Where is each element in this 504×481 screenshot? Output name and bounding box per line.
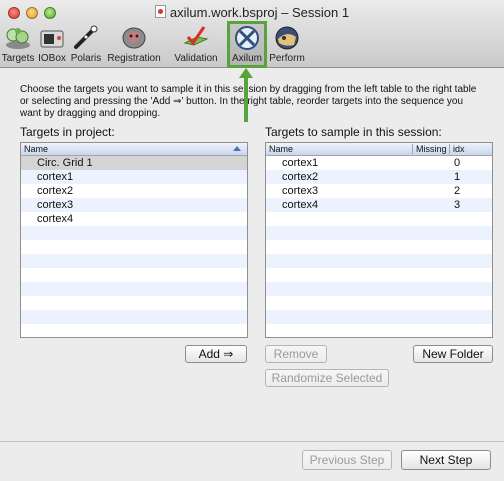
empty-row — [266, 296, 492, 310]
polaris-icon — [74, 25, 98, 49]
empty-row — [21, 310, 247, 324]
row-name: cortex3 — [282, 185, 319, 197]
row-idx: 3 — [454, 199, 461, 211]
toolbar-item-validation[interactable]: Validation — [166, 22, 226, 68]
table-row[interactable]: cortex3 — [21, 198, 247, 212]
toolbar-item-axilum[interactable]: Axilum — [229, 22, 265, 68]
toolbar-item-registration[interactable]: Registration — [105, 22, 163, 68]
row-name: cortex2 — [282, 171, 319, 183]
table-row[interactable]: cortex1 0 — [266, 156, 492, 170]
empty-row — [266, 240, 492, 254]
axilum-icon — [235, 26, 259, 50]
row-name: cortex4 — [37, 213, 74, 225]
table-header: Name Missing idx — [266, 143, 492, 156]
empty-row — [21, 240, 247, 254]
row-name: cortex3 — [37, 199, 74, 211]
right-panel-label: Targets to sample in this session: — [265, 125, 442, 139]
empty-row — [266, 282, 492, 296]
iobox-icon — [40, 30, 64, 48]
arrow-shaft — [244, 76, 248, 122]
row-idx: 1 — [454, 171, 461, 183]
empty-row — [21, 324, 247, 337]
app-window: axilum.work.bsproj – Session 1 Targets I… — [0, 0, 504, 481]
empty-row — [21, 296, 247, 310]
empty-row — [21, 268, 247, 282]
table-body: Circ. Grid 1 cortex1 cortex2 cortex3 cor… — [21, 156, 247, 337]
instructions-text: Choose the targets you want to sample it… — [20, 84, 477, 119]
perform-icon — [275, 26, 299, 50]
column-header-name[interactable]: Name — [24, 144, 48, 154]
table-row[interactable]: Circ. Grid 1 — [21, 156, 247, 170]
registration-icon — [122, 27, 146, 49]
table-row[interactable]: cortex2 1 — [266, 170, 492, 184]
targets-icon — [6, 28, 30, 49]
empty-row — [266, 254, 492, 268]
footer-separator — [0, 441, 504, 442]
table-header: Name — [21, 143, 247, 156]
table-row[interactable]: cortex4 3 — [266, 198, 492, 212]
sort-ascending-icon — [233, 146, 241, 151]
table-row[interactable]: cortex4 — [21, 212, 247, 226]
toolbar-label-perform: Perform — [269, 53, 305, 64]
empty-row — [266, 310, 492, 324]
column-header-name[interactable]: Name — [269, 144, 293, 154]
left-panel-label: Targets in project: — [20, 125, 115, 139]
table-row[interactable]: cortex1 — [21, 170, 247, 184]
toolbar-item-perform[interactable]: Perform — [267, 22, 307, 68]
toolbar-item-polaris[interactable]: Polaris — [69, 22, 103, 68]
pointer-arrow-icon — [239, 68, 253, 122]
add-button[interactable]: Add ⇒ — [185, 345, 247, 363]
row-idx: 0 — [454, 157, 461, 169]
row-idx: 2 — [454, 185, 461, 197]
document-icon — [154, 5, 166, 18]
table-body: cortex1 0 cortex2 1 cortex3 2 cortex4 3 — [266, 156, 492, 337]
empty-row — [266, 212, 492, 226]
randomize-selected-button[interactable]: Randomize Selected — [265, 369, 389, 387]
session-targets-table[interactable]: Name Missing idx cortex1 0 cortex2 1 cor… — [265, 142, 493, 338]
toolbar: Targets IOBox Polaris Registration Valid… — [0, 22, 504, 68]
toolbar-label-axilum: Axilum — [231, 53, 262, 64]
toolbar-label-registration: Registration — [107, 53, 161, 64]
new-folder-button[interactable]: New Folder — [413, 345, 493, 363]
toolbar-label-polaris: Polaris — [70, 53, 102, 64]
validation-icon — [183, 26, 209, 46]
remove-button[interactable]: Remove — [265, 345, 327, 363]
empty-row — [266, 226, 492, 240]
row-name: Circ. Grid 1 — [37, 157, 93, 169]
row-name: cortex4 — [282, 199, 319, 211]
window-title: axilum.work.bsproj – Session 1 — [169, 5, 350, 20]
empty-row — [21, 282, 247, 296]
empty-row — [266, 324, 492, 337]
row-name: cortex2 — [37, 185, 74, 197]
window-title-area: axilum.work.bsproj – Session 1 — [0, 5, 504, 20]
column-header-idx[interactable]: idx — [449, 144, 465, 154]
row-name: cortex1 — [282, 157, 319, 169]
column-header-missing[interactable]: Missing — [412, 144, 447, 154]
toolbar-item-targets[interactable]: Targets — [0, 22, 36, 68]
empty-row — [266, 268, 492, 282]
table-row[interactable]: cortex3 2 — [266, 184, 492, 198]
window-chrome: axilum.work.bsproj – Session 1 Targets I… — [0, 0, 504, 68]
empty-row — [21, 254, 247, 268]
toolbar-label-validation: Validation — [174, 53, 218, 64]
previous-step-button[interactable]: Previous Step — [302, 450, 392, 470]
toolbar-label-targets: Targets — [1, 53, 35, 64]
project-targets-table[interactable]: Name Circ. Grid 1 cortex1 cortex2 cortex… — [20, 142, 248, 338]
empty-row — [21, 226, 247, 240]
next-step-button[interactable]: Next Step — [401, 450, 491, 470]
row-name: cortex1 — [37, 171, 74, 183]
toolbar-item-iobox[interactable]: IOBox — [37, 22, 67, 68]
toolbar-label-iobox: IOBox — [38, 53, 66, 64]
table-row[interactable]: cortex2 — [21, 184, 247, 198]
